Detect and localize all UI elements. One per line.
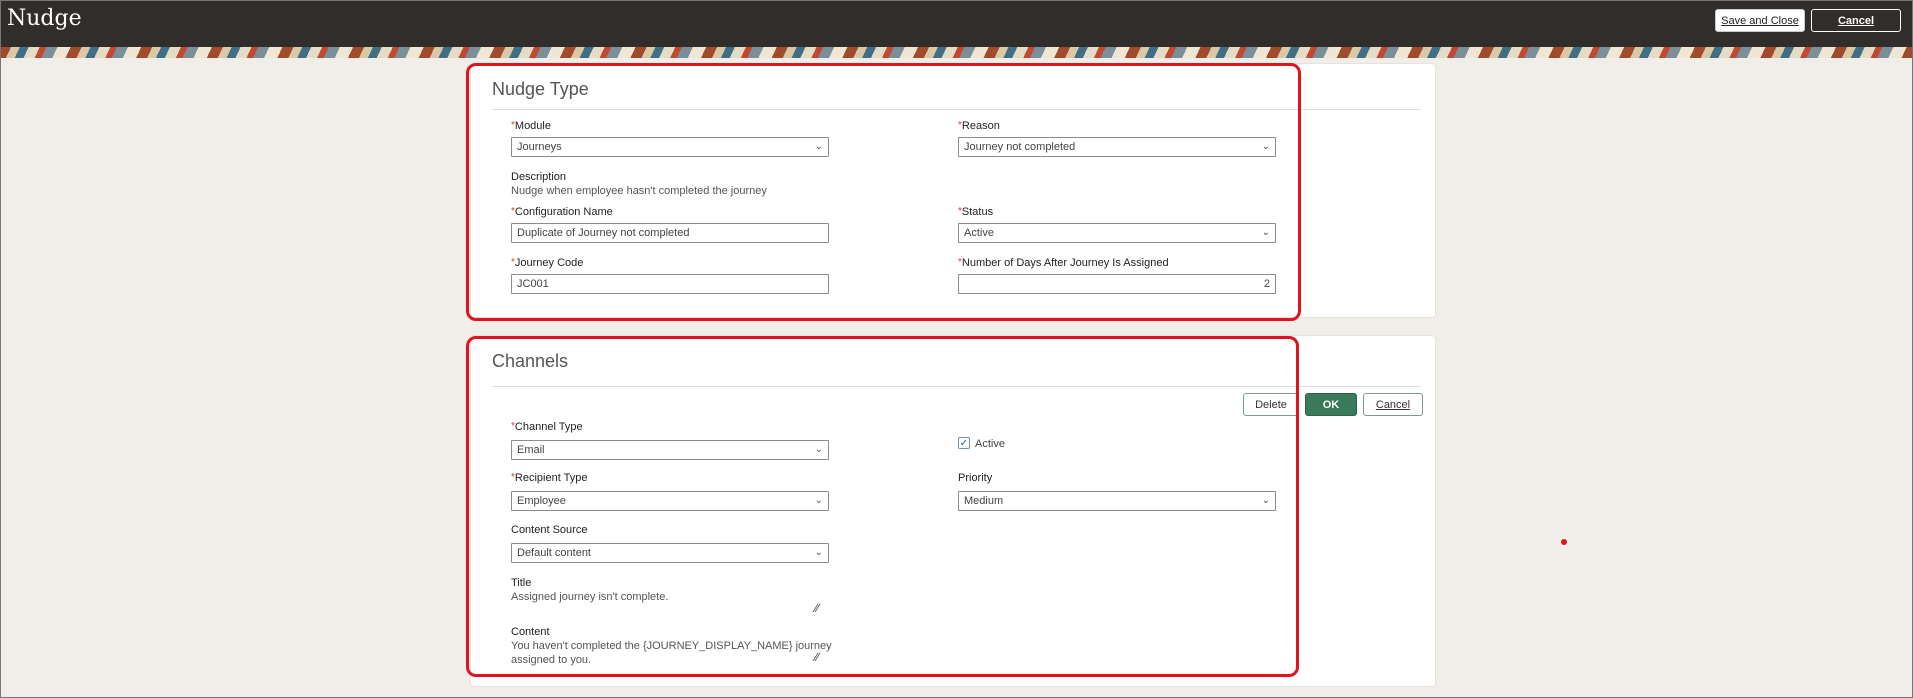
recipient-type-label: *Recipient Type bbox=[511, 472, 588, 484]
chevron-down-icon: ⌄ bbox=[814, 141, 823, 152]
status-label: *Status bbox=[958, 206, 994, 218]
divider bbox=[492, 109, 1421, 110]
description-label: Description bbox=[511, 171, 567, 183]
content-line-1[interactable]: You haven't completed the {JOURNEY_DISPL… bbox=[511, 640, 832, 652]
page-title: Nudge bbox=[7, 6, 82, 31]
annotation-dot bbox=[1561, 539, 1567, 545]
resize-handle-icon[interactable]: ∕∕ bbox=[815, 601, 819, 615]
check-icon: ✓ bbox=[959, 437, 969, 449]
nudge-type-panel: Nudge Type *Module Journeys ⌄ *Reason Jou… bbox=[470, 63, 1436, 318]
priority-label: Priority bbox=[958, 472, 993, 484]
header-cancel-button[interactable]: Cancel bbox=[1811, 9, 1901, 32]
config-name-label: *Configuration Name bbox=[511, 206, 613, 218]
config-name-input[interactable]: Duplicate of Journey not completed bbox=[511, 223, 829, 243]
chevron-down-icon: ⌄ bbox=[814, 495, 823, 506]
resize-handle-icon[interactable]: ∕∕ bbox=[815, 650, 819, 664]
chevron-down-icon: ⌄ bbox=[1261, 227, 1270, 238]
days-after-input[interactable]: 2 bbox=[958, 274, 1276, 294]
channel-type-select[interactable]: Email ⌄ bbox=[511, 440, 829, 460]
content-source-select[interactable]: Default content ⌄ bbox=[511, 543, 829, 563]
channel-cancel-button[interactable]: Cancel bbox=[1363, 393, 1423, 416]
description-value: Nudge when employee hasn't completed the… bbox=[511, 185, 767, 197]
delete-button[interactable]: Delete bbox=[1243, 393, 1299, 416]
divider bbox=[492, 386, 1421, 387]
chevron-down-icon: ⌄ bbox=[1261, 495, 1270, 506]
channels-panel: Channels Delete OK Cancel *Channel Type … bbox=[470, 335, 1436, 687]
nudge-type-title: Nudge Type bbox=[492, 79, 589, 99]
content-line-2[interactable]: assigned to you. bbox=[511, 654, 591, 666]
ok-button[interactable]: OK bbox=[1305, 393, 1357, 416]
channels-title: Channels bbox=[492, 351, 569, 371]
journey-code-input[interactable]: JC001 bbox=[511, 274, 829, 294]
module-label: *Module bbox=[511, 120, 551, 132]
content-label: Content bbox=[511, 626, 550, 638]
journey-code-label: *Journey Code bbox=[511, 257, 584, 269]
priority-select[interactable]: Medium ⌄ bbox=[958, 491, 1276, 511]
title-value[interactable]: Assigned journey isn't complete. bbox=[511, 591, 668, 603]
header-bar: Nudge Save and Close Cancel bbox=[0, 0, 1913, 47]
save-and-close-button[interactable]: Save and Close bbox=[1715, 9, 1805, 32]
channel-type-label: *Channel Type bbox=[511, 421, 583, 433]
chevron-down-icon: ⌄ bbox=[814, 547, 823, 558]
days-after-label: *Number of Days After Journey Is Assigne… bbox=[958, 257, 1169, 269]
content-source-label: Content Source bbox=[511, 524, 588, 536]
active-checkbox[interactable]: ✓ bbox=[958, 437, 970, 449]
module-select[interactable]: Journeys ⌄ bbox=[511, 137, 829, 157]
status-select[interactable]: Active ⌄ bbox=[958, 223, 1276, 243]
title-label: Title bbox=[511, 577, 532, 589]
active-label: Active bbox=[975, 438, 1005, 450]
reason-label: *Reason bbox=[958, 120, 1000, 132]
recipient-type-select[interactable]: Employee ⌄ bbox=[511, 491, 829, 511]
decorative-band bbox=[0, 47, 1913, 58]
reason-select[interactable]: Journey not completed ⌄ bbox=[958, 137, 1276, 157]
chevron-down-icon: ⌄ bbox=[1261, 141, 1270, 152]
chevron-down-icon: ⌄ bbox=[814, 444, 823, 455]
